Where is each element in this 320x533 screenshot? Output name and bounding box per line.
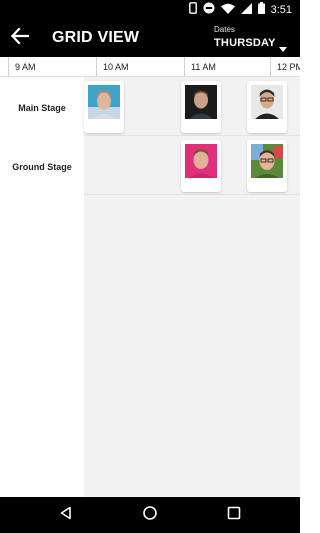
nav-back-button[interactable]: [56, 505, 76, 525]
do-not-disturb-icon: [203, 1, 215, 19]
session-card[interactable]: [247, 81, 287, 133]
schedule-grid[interactable]: [84, 77, 300, 497]
status-time: 3:51: [270, 3, 292, 16]
session-card[interactable]: [247, 140, 287, 192]
dates-caption: Dates: [214, 25, 235, 34]
room-label-main-stage: Main Stage: [18, 103, 66, 113]
rooms-column: Main Stage Ground Stage: [0, 77, 84, 497]
home-circle-icon: [142, 505, 158, 526]
speaker-avatar: [251, 144, 283, 178]
back-button[interactable]: [8, 26, 32, 49]
status-icons: 3:51: [188, 1, 292, 19]
room-label-ground-stage: Ground Stage: [12, 162, 72, 172]
nav-recents-button[interactable]: [224, 505, 244, 525]
app-bar: GRID VIEW Dates THURSDAY: [0, 19, 300, 57]
row-divider: [84, 135, 300, 136]
session-card[interactable]: [84, 81, 124, 133]
time-header: 9 AM 10 AM 11 AM 12 PM: [0, 57, 300, 77]
battery-icon: [257, 1, 265, 19]
page-title: GRID VIEW: [52, 29, 140, 46]
arrow-back-icon: [10, 26, 30, 49]
time-slot: 12 PM: [270, 57, 300, 77]
status-bar: 3:51: [0, 0, 300, 19]
time-slot: 9 AM: [8, 57, 96, 77]
wifi-icon: [220, 1, 235, 19]
session-card[interactable]: [181, 140, 221, 192]
nav-home-button[interactable]: [140, 505, 160, 525]
time-slot: 10 AM: [96, 57, 184, 77]
speaker-avatar: [185, 85, 217, 119]
session-card[interactable]: [181, 81, 221, 133]
phone-icon: [188, 1, 197, 19]
time-slot: 11 AM: [184, 57, 270, 77]
speaker-avatar: [88, 85, 120, 119]
speaker-avatar: [185, 144, 217, 178]
speaker-avatar: [251, 85, 283, 119]
dates-dropdown[interactable]: Dates THURSDAY: [214, 25, 294, 55]
signal-icon: [240, 1, 252, 19]
system-nav-bar: [0, 497, 300, 533]
back-triangle-icon: [59, 506, 73, 525]
caret-down-icon: [279, 39, 287, 57]
row-divider: [84, 194, 300, 195]
recents-square-icon: [227, 506, 241, 525]
dates-selected-value: THURSDAY: [214, 37, 276, 49]
